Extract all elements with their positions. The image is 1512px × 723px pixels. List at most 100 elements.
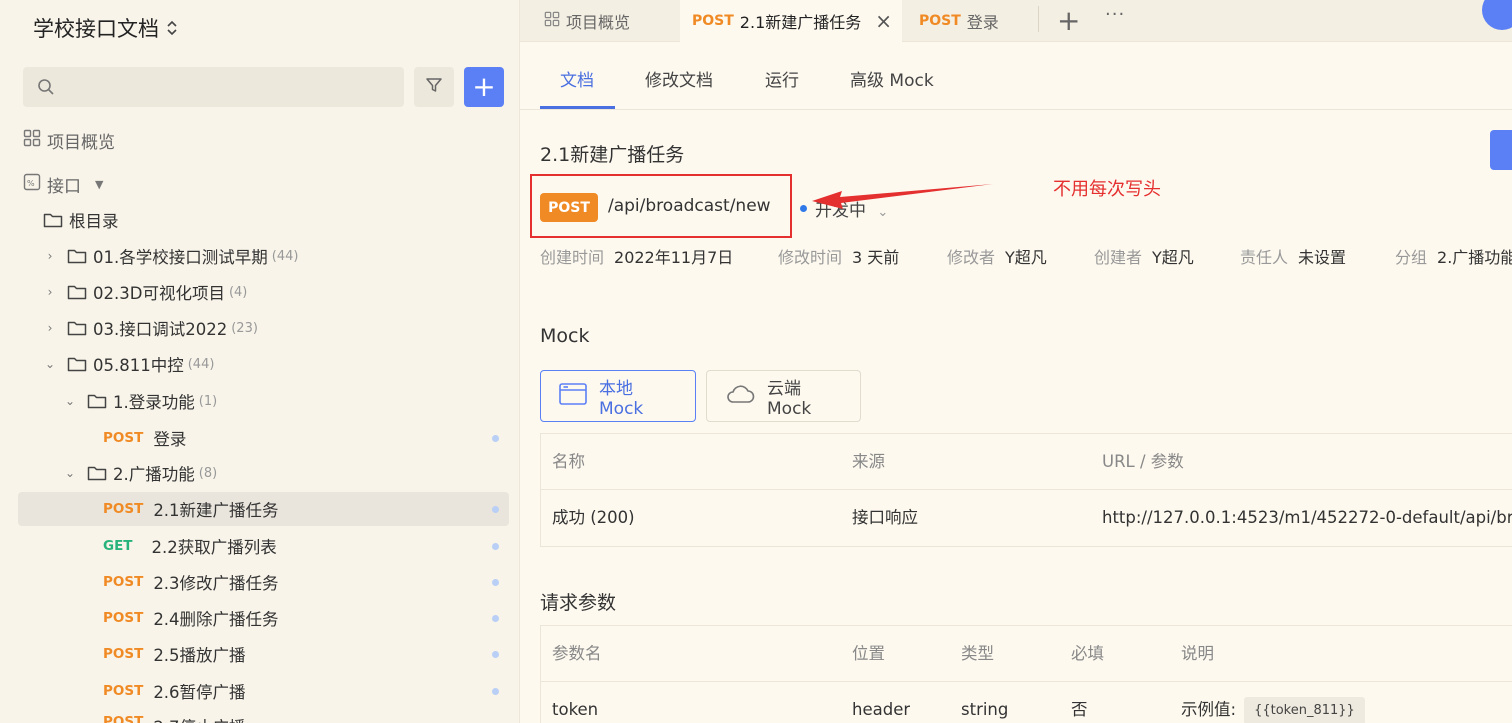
mock-source: 接口响应 [852, 508, 918, 527]
column-header: 说明 [1181, 644, 1214, 663]
column-header: 类型 [961, 644, 994, 663]
endpoint-item[interactable]: POST 2.5播放广播 [18, 637, 509, 671]
subtab-edit-doc[interactable]: 修改文档 [645, 66, 713, 91]
chevron-right-icon: › [47, 249, 53, 263]
cloud-icon [725, 383, 755, 410]
tree-folder[interactable]: › 03.接口调试2022 (23) [43, 311, 258, 345]
tree-root[interactable]: 根目录 [43, 203, 119, 237]
endpoint-label: 2.3修改广播任务 [153, 574, 279, 593]
method-badge: POST [103, 574, 144, 590]
folder-icon [67, 356, 87, 372]
sync-icon[interactable] [1482, 0, 1512, 30]
table-header-row: 参数名 位置 类型 必填 说明 [541, 626, 1512, 682]
column-header: 来源 [852, 452, 885, 471]
chevron-down-icon: ⌄ [64, 394, 76, 408]
tab-login[interactable]: POST 登录 [919, 0, 1029, 42]
endpoint-item[interactable]: POST 2.6暂停广播 [18, 674, 509, 708]
mock-url-link[interactable]: http://127.0.0.1:4523/m1/452272-0-defaul… [1102, 490, 1512, 546]
new-tab-plus-icon[interactable]: + [1057, 4, 1080, 37]
mock-section-title: Mock [540, 325, 590, 347]
endpoint-item[interactable]: POST 2.4删除广播任务 [18, 601, 509, 635]
tab-label: 2.1新建广播任务 [739, 13, 862, 32]
example-value: {{token_811}} [1244, 696, 1365, 723]
active-tab-indicator [540, 106, 615, 109]
svg-text:%: % [27, 179, 35, 188]
subtab-advanced-mock[interactable]: 高级 Mock [850, 66, 934, 91]
sidebar: 学校接口文档 + 项目概览 % 接口 ▼ 根目录 › 01.各学校接口测试早期 … [0, 0, 520, 723]
tree-folder[interactable]: ⌄ 05.811中控 (44) [43, 347, 214, 381]
status-dot [492, 435, 499, 442]
filter-button[interactable] [414, 67, 454, 107]
tree-subfolder[interactable]: ⌄ 2.广播功能 (8) [63, 456, 217, 490]
tree-subfolder[interactable]: ⌄ 1.登录功能 (1) [63, 384, 217, 418]
mock-table: 名称 来源 URL / 参数 成功 (200) 接口响应 http://127.… [540, 433, 1512, 547]
folder-icon [67, 320, 87, 336]
tree-folder[interactable]: › 02.3D可视化项目 (4) [43, 275, 248, 309]
column-header: 位置 [852, 644, 885, 663]
filter-icon [425, 76, 443, 98]
meta-created-time: 创建时间 2022年11月7日 [540, 248, 734, 267]
search-input[interactable] [67, 67, 397, 107]
nav-project-overview[interactable]: 项目概览 [23, 126, 115, 154]
tab-label: 登录 [966, 13, 999, 32]
tab-method: POST [919, 13, 961, 29]
subtab-run[interactable]: 运行 [765, 66, 799, 91]
add-button[interactable]: + [464, 67, 504, 107]
status-label: 开发中 [815, 201, 866, 221]
endpoint-item[interactable]: POST 2.3修改广播任务 [18, 565, 509, 599]
table-row: token header string 否 示例值: {{token_811}} [541, 682, 1512, 723]
tab-divider [1038, 6, 1039, 32]
endpoint-path: /api/broadcast/new [608, 196, 771, 216]
cloud-mock-button[interactable]: 云端 Mock [706, 370, 861, 422]
subfolder-label: 1.登录功能 [113, 393, 195, 412]
endpoint-item[interactable]: POST 登录 [18, 421, 509, 455]
column-header: 必填 [1071, 644, 1104, 663]
meta-modified-time: 修改时间 3 天前 [778, 248, 900, 267]
meta-creator: 创建者 Y超凡 [1094, 248, 1194, 267]
local-mock-button[interactable]: 本地 Mock [540, 370, 696, 422]
subfolder-count: (8) [198, 465, 218, 481]
status-dot [492, 506, 499, 513]
updown-chevron-icon [167, 20, 177, 36]
example-label: 示例值: [1181, 700, 1237, 719]
tab-project-overview[interactable]: 项目概览 [544, 0, 679, 42]
tab-bar: 项目概览 POST 2.1新建广播任务 × POST 登录 + ··· [520, 0, 1512, 42]
folder-label: 01.各学校接口测试早期 [93, 248, 268, 267]
subtab-doc[interactable]: 文档 [560, 66, 594, 91]
status-dot [492, 615, 499, 622]
method-badge: POST [103, 646, 144, 662]
more-icon[interactable]: ··· [1105, 4, 1125, 25]
status-dot [492, 579, 499, 586]
chevron-down-icon: ⌄ [64, 466, 76, 480]
param-required: 否 [1071, 700, 1088, 719]
tab-endpoint-active[interactable]: POST 2.1新建广播任务 × [680, 0, 902, 42]
meta-modifier: 修改者 Y超凡 [947, 248, 1047, 267]
endpoint-item[interactable]: POST 2.7停止广播 [18, 710, 509, 723]
search-box[interactable] [23, 67, 404, 107]
nav-interfaces-label: 接口 [47, 176, 81, 197]
close-icon[interactable]: × [875, 9, 892, 33]
table-row[interactable]: 成功 (200) 接口响应 http://127.0.0.1:4523/m1/4… [541, 490, 1512, 546]
method-badge: POST [103, 610, 144, 626]
endpoint-item-active[interactable]: POST 2.1新建广播任务 [18, 492, 509, 526]
folder-icon [87, 465, 107, 481]
edit-button[interactable] [1490, 130, 1512, 170]
tree-folder[interactable]: › 01.各学校接口测试早期 (44) [43, 239, 299, 273]
grid-icon [544, 11, 560, 31]
tab-method: POST [692, 13, 734, 29]
endpoint-label: 2.1新建广播任务 [153, 501, 279, 520]
nav-interfaces[interactable]: % 接口 ▼ [23, 170, 103, 198]
endpoint-label: 登录 [153, 430, 187, 449]
status-select[interactable]: 开发中 ⌄ [815, 196, 888, 221]
endpoint-item[interactable]: GET 2.2获取广播列表 [18, 529, 509, 563]
project-switcher[interactable]: 学校接口文档 [33, 13, 177, 43]
subfolder-label: 2.广播功能 [113, 465, 195, 484]
plus-icon: + [472, 70, 496, 103]
search-icon [37, 78, 55, 100]
folder-icon [87, 393, 107, 409]
param-name: token [552, 700, 599, 719]
folder-count: (4) [228, 284, 248, 300]
method-badge: POST [103, 501, 144, 517]
endpoint-label: 2.4删除广播任务 [153, 610, 279, 629]
tree-root-label: 根目录 [69, 212, 119, 231]
